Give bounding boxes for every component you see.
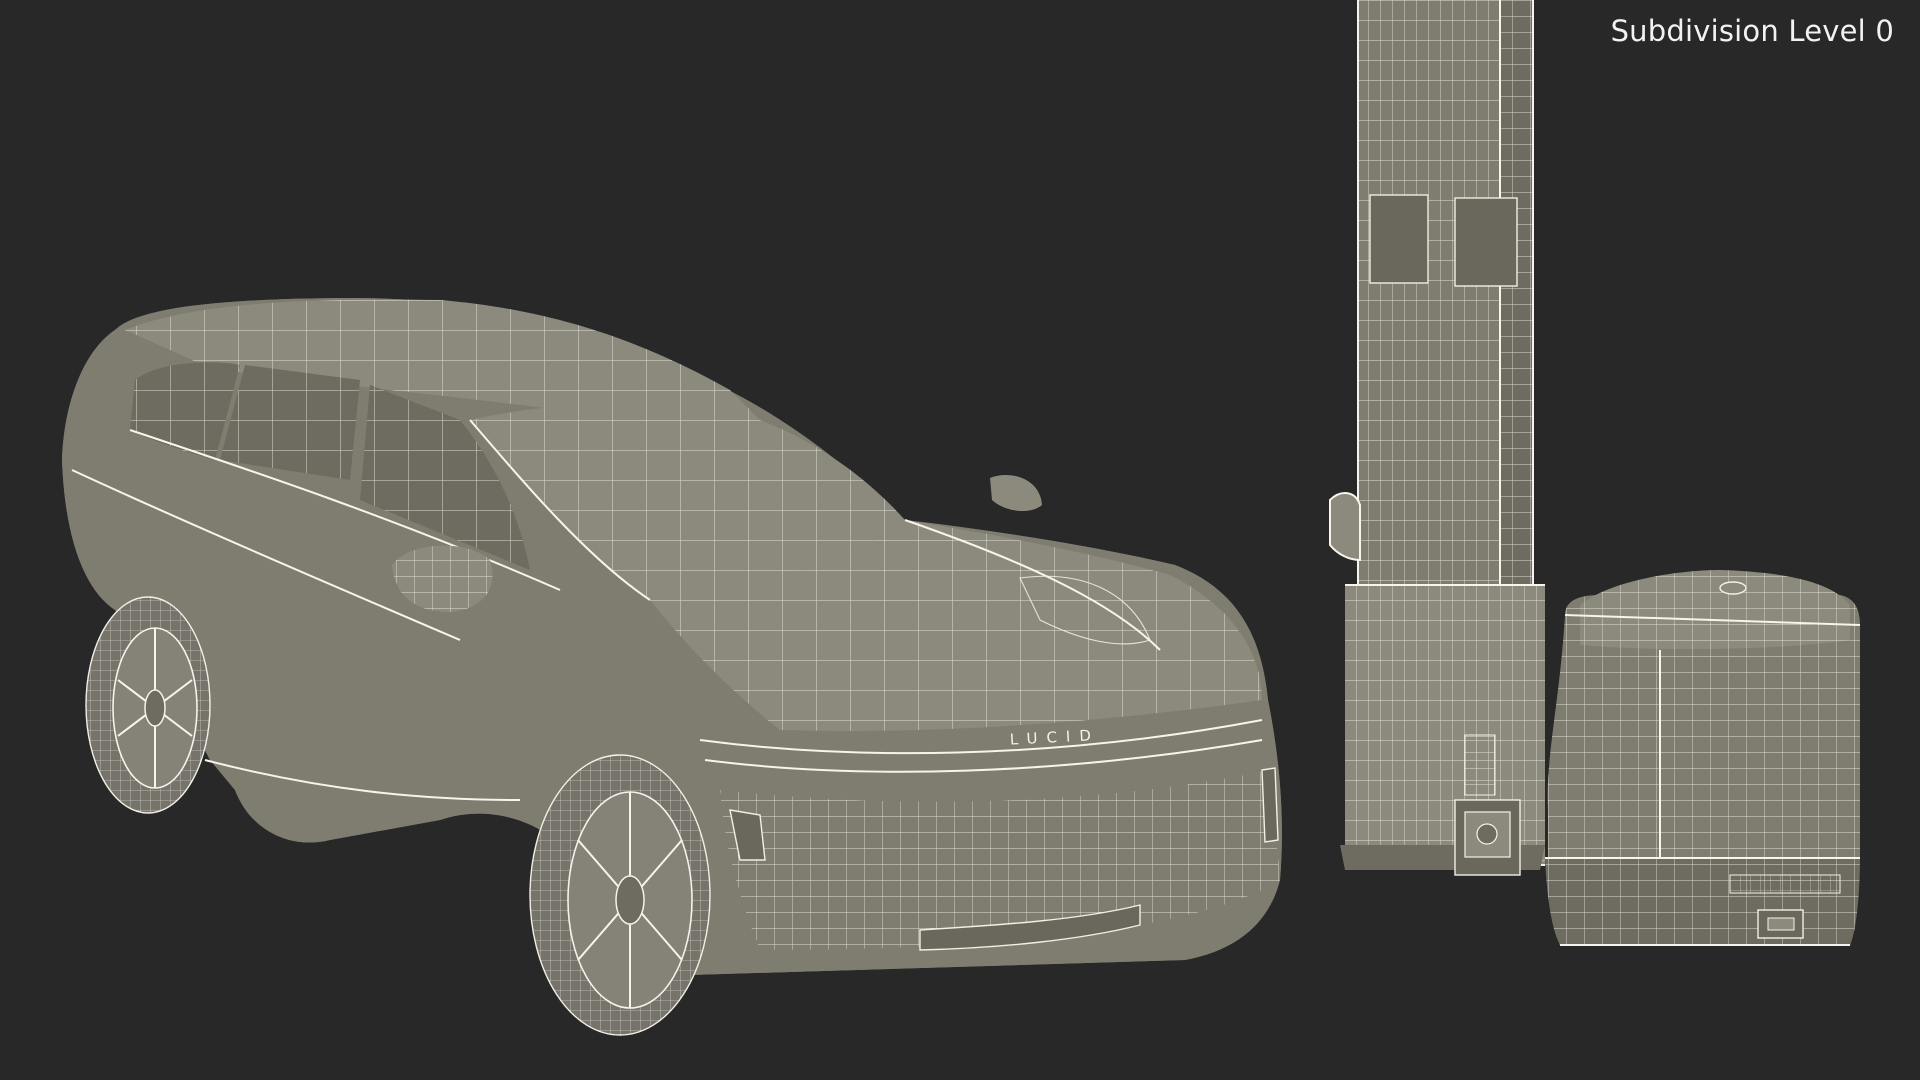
car-side-mirror-right (990, 475, 1042, 512)
car-headlight-right (1261, 767, 1279, 843)
robot-vent (1729, 874, 1841, 894)
robot-top-cap (1719, 581, 1747, 595)
subdivision-level-label: Subdivision Level 0 (1610, 14, 1894, 48)
charging-robot (1545, 570, 1861, 946)
charging-post-panel-right (1454, 197, 1518, 287)
charging-post-panel-left (1369, 194, 1429, 284)
car-model: LUCID (62, 298, 1282, 1036)
charging-post (1329, 0, 1545, 876)
car-front-wheel (529, 754, 711, 1036)
car-rear-wheel (85, 596, 211, 814)
wireframe-scene: LUCID (62, 0, 1861, 1036)
3d-viewport[interactable]: LUCID Subdivision Level 0 (0, 0, 1920, 1080)
